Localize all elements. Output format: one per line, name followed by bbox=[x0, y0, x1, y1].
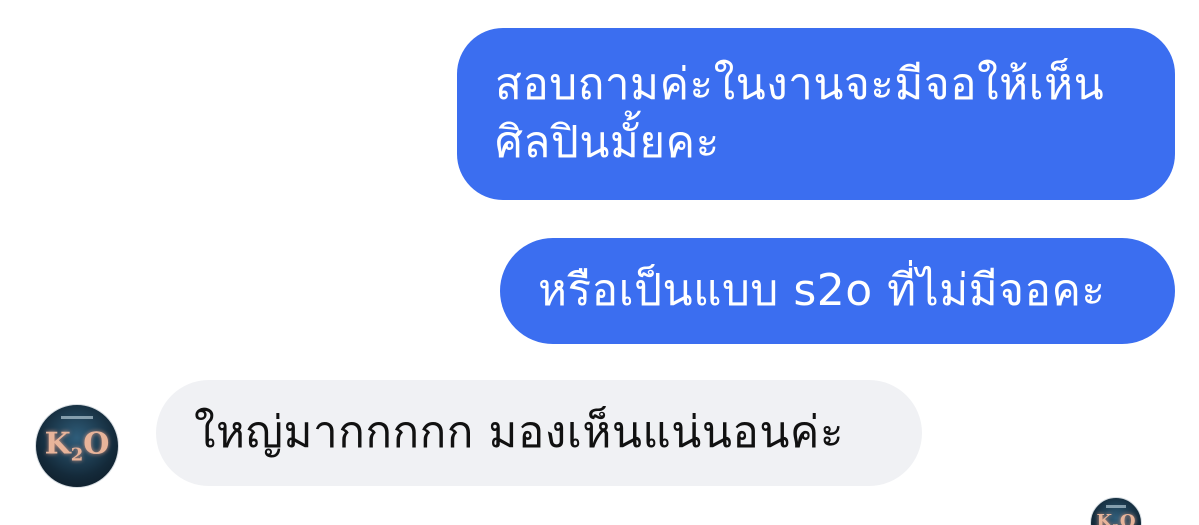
k2o-logo-icon: K2O bbox=[1096, 511, 1136, 525]
avatar-decoration bbox=[60, 416, 94, 420]
incoming-message-bubble[interactable]: ใหญ่มากกกกก มองเห็นแน่นอนค่ะ bbox=[156, 380, 922, 486]
message-text-line: ศิลปินมั้ยคะ bbox=[495, 117, 720, 168]
avatar-decoration bbox=[1106, 505, 1126, 508]
sender-avatar[interactable]: K2O bbox=[35, 404, 119, 488]
k2o-logo-icon: K2O bbox=[44, 426, 110, 466]
read-receipt-avatar: K2O bbox=[1090, 497, 1142, 525]
message-text: หรือเป็นแบบ s2o ที่ไม่มีจอคะ bbox=[538, 265, 1106, 316]
outgoing-message-bubble[interactable]: หรือเป็นแบบ s2o ที่ไม่มีจอคะ bbox=[500, 238, 1175, 344]
message-text-line: สอบถามค่ะในงานจะมีจอให้เห็น bbox=[495, 59, 1105, 110]
outgoing-message-bubble[interactable]: สอบถามค่ะในงานจะมีจอให้เห็น ศิลปินมั้ยคะ bbox=[457, 28, 1175, 200]
message-text: ใหญ่มากกกกก มองเห็นแน่นอนค่ะ bbox=[194, 407, 844, 458]
chat-thread: สอบถามค่ะในงานจะมีจอให้เห็น ศิลปินมั้ยคะ… bbox=[0, 0, 1199, 525]
